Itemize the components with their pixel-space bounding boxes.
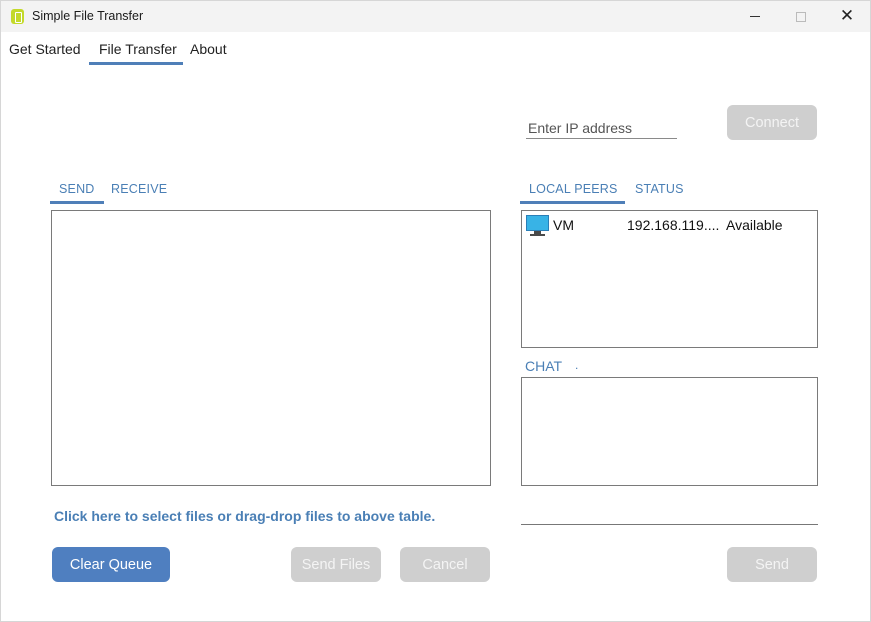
active-tab-indicator [89,62,183,65]
tab-receive[interactable]: RECEIVE [111,182,167,196]
tab-about[interactable]: About [190,41,227,57]
chat-indicator: . [575,358,579,372]
window-title: Simple File Transfer [32,9,144,23]
app-window: Simple File Transfer ✕ Get Started File … [0,0,871,622]
cancel-button[interactable]: Cancel [400,547,490,582]
clear-queue-button[interactable]: Clear Queue [52,547,170,582]
close-button[interactable]: ✕ [824,1,870,32]
chat-log[interactable] [521,377,818,486]
peer-name: VM [553,217,574,233]
close-icon: ✕ [839,6,855,26]
peer-status: Available [726,217,783,233]
tab-status[interactable]: STATUS [635,182,684,196]
file-queue-table[interactable] [51,210,491,486]
tab-file-transfer[interactable]: File Transfer [99,41,177,57]
tab-local-peers[interactable]: LOCAL PEERS [529,182,618,196]
ip-address-input[interactable] [526,118,677,139]
tab-send[interactable]: SEND [59,182,95,196]
chat-label: CHAT [525,358,563,374]
tab-get-started[interactable]: Get Started [9,41,81,57]
connect-button[interactable]: Connect [727,105,817,140]
maximize-button [778,1,824,32]
send-chat-button[interactable]: Send [727,547,817,582]
chat-message-input[interactable] [521,504,818,525]
title-bar[interactable]: Simple File Transfer ✕ [1,1,870,32]
send-files-button[interactable]: Send Files [291,547,381,582]
peer-row[interactable]: VM 192.168.119.... Available [525,214,815,236]
select-files-link[interactable]: Click here to select files or drag-drop … [54,508,435,524]
local-peers-tab-indicator [520,201,625,204]
peer-ip: 192.168.119.... [627,217,720,233]
minimize-button[interactable] [732,1,778,32]
computer-icon [525,214,550,236]
send-tab-indicator [50,201,104,204]
maximize-icon [796,11,806,22]
app-logo-icon [11,9,24,24]
minimize-icon [750,16,760,17]
